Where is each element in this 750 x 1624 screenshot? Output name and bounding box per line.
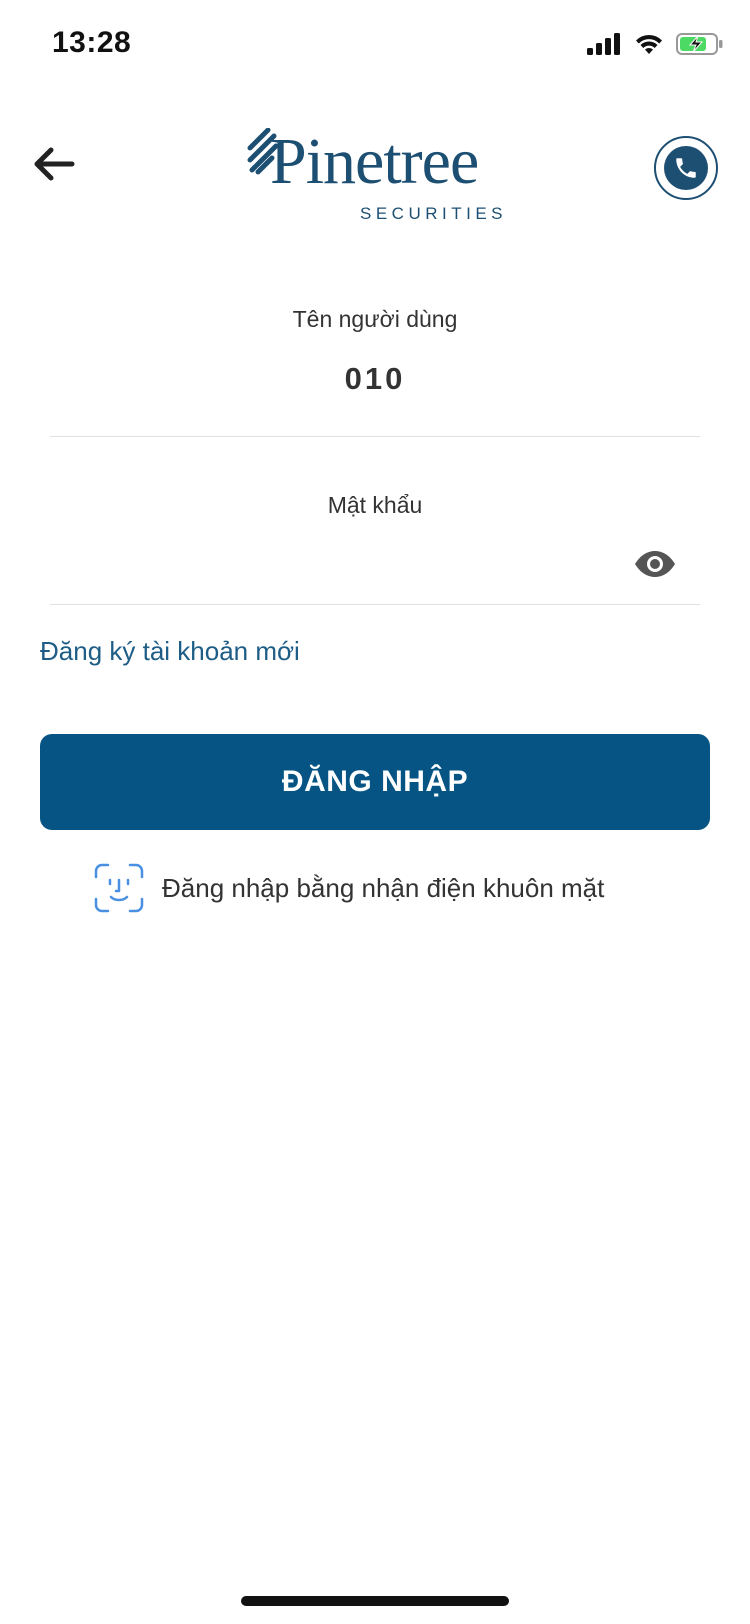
arrow-left-icon — [34, 147, 75, 181]
face-id-login-button[interactable]: Đăng nhập bằng nhận điện khuôn mặt — [94, 862, 604, 914]
face-id-login-label: Đăng nhập bằng nhận điện khuôn mặt — [162, 872, 605, 903]
password-label: Mật khẩu — [327, 492, 423, 518]
cellular-signal-icon — [587, 33, 620, 55]
face-id-icon — [94, 863, 144, 913]
battery-charging-icon — [676, 33, 723, 55]
status-bar: 13:28 — [0, 0, 750, 92]
back-button[interactable] — [26, 136, 82, 192]
pinetree-logo: Pinetree SECURITIES — [246, 124, 506, 224]
eye-icon — [635, 551, 675, 577]
phone-icon-wrap — [664, 146, 708, 190]
wifi-icon — [636, 34, 662, 54]
username-field[interactable]: Tên người dùng 010 — [50, 306, 700, 437]
logo-subtitle: SECURITIES — [360, 204, 508, 223]
login-button[interactable]: ĐĂNG NHẬP — [40, 734, 710, 830]
phone-icon — [676, 158, 696, 178]
call-support-button[interactable] — [654, 136, 718, 200]
logo-wordmark: Pinetree — [270, 125, 479, 198]
username-input[interactable]: 010 — [50, 361, 700, 397]
password-field[interactable]: Mật khẩu — [50, 492, 704, 605]
toggle-password-visibility-button[interactable] — [632, 548, 678, 580]
register-account-link[interactable]: Đăng ký tài khoản mới — [40, 636, 300, 667]
username-label: Tên người dùng — [292, 306, 458, 332]
password-input[interactable] — [50, 547, 704, 589]
status-icons — [586, 32, 724, 56]
header: Pinetree SECURITIES — [0, 120, 750, 230]
status-time: 13:28 — [52, 26, 132, 59]
home-indicator[interactable] — [241, 1596, 509, 1606]
